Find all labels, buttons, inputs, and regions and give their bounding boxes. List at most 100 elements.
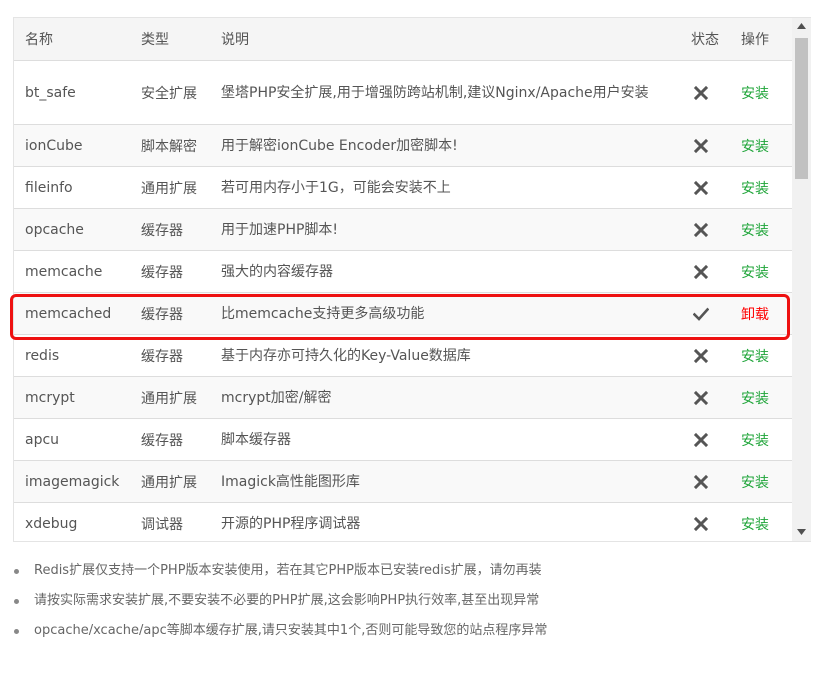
extension-type: 通用扩展 <box>130 460 210 503</box>
vertical-scrollbar[interactable] <box>792 18 811 541</box>
cross-icon <box>693 138 709 154</box>
extension-description: 用于解密ionCube Encoder加密脚本! <box>210 124 680 167</box>
extension-action-cell: 安装 <box>730 418 792 461</box>
extension-action-cell: 安装 <box>730 376 792 419</box>
cross-icon <box>693 222 709 238</box>
install-link[interactable]: 安装 <box>741 265 769 281</box>
table-row: memcache 缓存器 强大的内容缓存器 安装 <box>14 250 792 293</box>
table-row: memcached 缓存器 比memcache支持更多高级功能 卸载 <box>14 292 792 335</box>
table-row: mcrypt 通用扩展 mcrypt加密/解密 安装 <box>14 376 792 419</box>
extension-status <box>680 60 730 125</box>
extension-type: 缓存器 <box>130 208 210 251</box>
extension-status <box>680 166 730 209</box>
extension-name: imagemagick <box>14 460 130 503</box>
cross-icon <box>693 432 709 448</box>
table-header-row: 名称 类型 说明 状态 操作 <box>14 18 792 61</box>
extension-description: 用于加速PHP脚本! <box>210 208 680 251</box>
extension-description: Imagick高性能图形库 <box>210 460 680 503</box>
extension-action-cell: 安装 <box>730 166 792 209</box>
extension-action-cell: 安装 <box>730 124 792 167</box>
extension-type: 调试器 <box>130 502 210 541</box>
install-link[interactable]: 安装 <box>741 391 769 407</box>
extension-status <box>680 124 730 167</box>
extension-status <box>680 376 730 419</box>
extensions-table: 名称 类型 说明 状态 操作 bt_safe 安全扩展 堡塔PHP安全扩展,用于增强… <box>14 18 792 541</box>
cross-icon <box>693 516 709 532</box>
extension-type: 缓存器 <box>130 334 210 377</box>
cross-icon <box>693 390 709 406</box>
extension-type: 通用扩展 <box>130 376 210 419</box>
table-row: imagemagick 通用扩展 Imagick高性能图形库 安装 <box>14 460 792 503</box>
extension-status <box>680 292 730 335</box>
note-item: Redis扩展仅支持一个PHP版本安装使用，若在其它PHP版本已安装redis扩… <box>13 556 547 586</box>
extension-description: mcrypt加密/解密 <box>210 376 680 419</box>
extension-action-cell: 安装 <box>730 60 792 125</box>
table-row: ionCube 脚本解密 用于解密ionCube Encoder加密脚本! 安装 <box>14 124 792 167</box>
cross-icon <box>693 348 709 364</box>
extension-type: 安全扩展 <box>130 60 210 125</box>
extension-status <box>680 250 730 293</box>
table-row: redis 缓存器 基于内存亦可持久化的Key-Value数据库 安装 <box>14 334 792 377</box>
table-row: xdebug 调试器 开源的PHP程序调试器 安装 <box>14 502 792 541</box>
extensions-panel: 名称 类型 说明 状态 操作 bt_safe 安全扩展 堡塔PHP安全扩展,用于增强… <box>13 17 811 542</box>
install-link[interactable]: 安装 <box>741 433 769 449</box>
table-row: apcu 缓存器 脚本缓存器 安装 <box>14 418 792 461</box>
header-status: 状态 <box>680 18 730 61</box>
extension-name: xdebug <box>14 502 130 541</box>
extension-status <box>680 460 730 503</box>
extension-description: 脚本缓存器 <box>210 418 680 461</box>
notes-list: Redis扩展仅支持一个PHP版本安装使用，若在其它PHP版本已安装redis扩… <box>0 556 547 646</box>
scrollbar-thumb[interactable] <box>795 38 808 179</box>
extension-description: 基于内存亦可持久化的Key-Value数据库 <box>210 334 680 377</box>
header-desc: 说明 <box>210 18 680 61</box>
extension-action-cell: 安装 <box>730 334 792 377</box>
extension-action-cell: 卸载 <box>730 292 792 335</box>
install-link[interactable]: 安装 <box>741 181 769 197</box>
extension-name: memcache <box>14 250 130 293</box>
cross-icon <box>693 474 709 490</box>
install-link[interactable]: 安装 <box>741 349 769 365</box>
extension-type: 通用扩展 <box>130 166 210 209</box>
install-link[interactable]: 安装 <box>741 223 769 239</box>
extension-name: opcache <box>14 208 130 251</box>
extension-description: 若可用内存小于1G，可能会安装不上 <box>210 166 680 209</box>
cross-icon <box>693 85 709 101</box>
extension-name: fileinfo <box>14 166 130 209</box>
install-link[interactable]: 安装 <box>741 139 769 155</box>
header-type: 类型 <box>130 18 210 61</box>
extension-name: bt_safe <box>14 60 130 125</box>
install-link[interactable]: 安装 <box>741 475 769 491</box>
extension-description: 堡塔PHP安全扩展,用于增强防跨站机制,建议Nginx/Apache用户安装 <box>210 60 680 125</box>
extension-status <box>680 334 730 377</box>
extension-name: apcu <box>14 418 130 461</box>
header-name: 名称 <box>14 18 130 61</box>
extension-type: 缓存器 <box>130 418 210 461</box>
check-icon <box>693 306 709 322</box>
scroll-down-arrow-icon[interactable] <box>792 524 811 541</box>
header-action: 操作 <box>730 18 792 61</box>
extension-status <box>680 418 730 461</box>
extension-name: memcached <box>14 292 130 335</box>
extension-name: mcrypt <box>14 376 130 419</box>
extension-status <box>680 502 730 541</box>
extension-description: 强大的内容缓存器 <box>210 250 680 293</box>
extension-type: 缓存器 <box>130 250 210 293</box>
extension-action-cell: 安装 <box>730 502 792 541</box>
table-row: fileinfo 通用扩展 若可用内存小于1G，可能会安装不上 安装 <box>14 166 792 209</box>
extension-action-cell: 安装 <box>730 208 792 251</box>
install-link[interactable]: 安装 <box>741 517 769 533</box>
cross-icon <box>693 264 709 280</box>
install-link[interactable]: 安装 <box>741 86 769 102</box>
note-item: 请按实际需求安装扩展,不要安装不必要的PHP扩展,这会影响PHP执行效率,甚至出… <box>13 586 547 616</box>
extension-action-cell: 安装 <box>730 250 792 293</box>
table-row: opcache 缓存器 用于加速PHP脚本! 安装 <box>14 208 792 251</box>
extension-action-cell: 安装 <box>730 460 792 503</box>
uninstall-link[interactable]: 卸载 <box>741 307 769 323</box>
scroll-up-arrow-icon[interactable] <box>792 18 811 35</box>
extension-type: 脚本解密 <box>130 124 210 167</box>
note-item: opcache/xcache/apc等脚本缓存扩展,请只安装其中1个,否则可能导… <box>13 616 547 646</box>
extension-name: ionCube <box>14 124 130 167</box>
extension-status <box>680 208 730 251</box>
extension-description: 比memcache支持更多高级功能 <box>210 292 680 335</box>
extension-type: 缓存器 <box>130 292 210 335</box>
